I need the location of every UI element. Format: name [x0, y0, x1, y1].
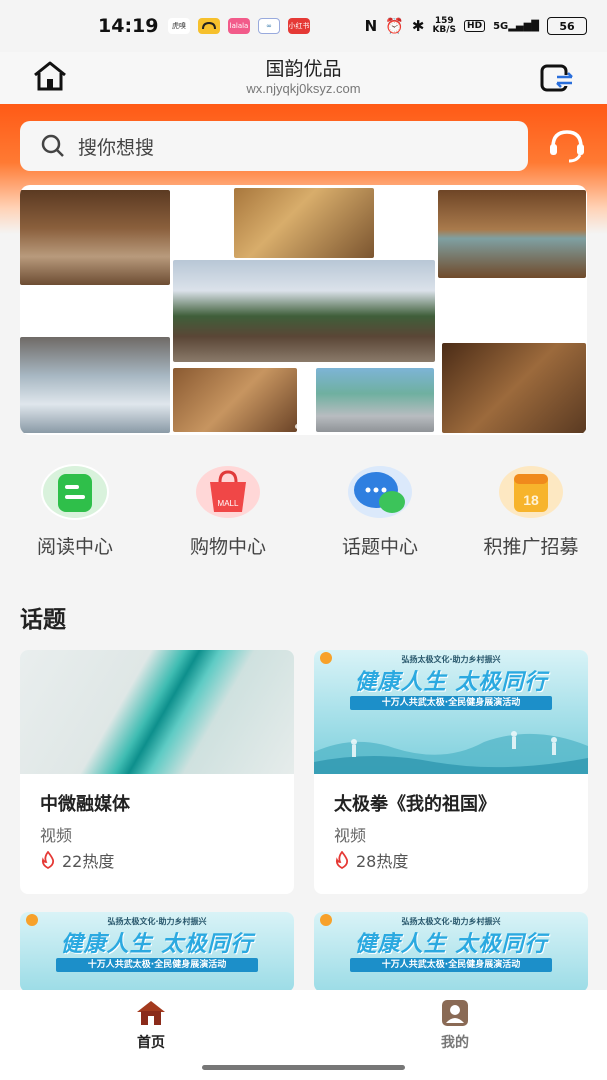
home-icon: [136, 998, 166, 1028]
flame-icon: [41, 851, 55, 869]
system-status: N ⏰ ✱ 159 KB/S HD 5G▂▄▆█ 56: [365, 17, 587, 35]
xiaohongshu-app-icon: 小红书: [288, 18, 310, 34]
lalala-app-icon: lalala: [228, 18, 250, 34]
nav-label: 积推广招募: [483, 536, 579, 558]
hd-badge: HD: [464, 20, 486, 32]
book-icon: [41, 464, 109, 520]
tab-mine[interactable]: 我的: [405, 998, 505, 1052]
topic-thumbnail: [20, 650, 294, 774]
nav-promotion-recruit[interactable]: 18 积推广招募: [461, 464, 601, 559]
nav-shopping-center[interactable]: MALL 购物中心: [158, 464, 298, 559]
page-title: 国韵优品: [265, 58, 342, 80]
section-title-topics: 话题: [20, 607, 66, 633]
customer-service-button[interactable]: [546, 126, 588, 166]
flame-icon: [335, 851, 349, 869]
taxi-app-icon: [198, 18, 220, 34]
status-app-icons: 虎嗅 lalala ∞ 小红书: [168, 18, 310, 34]
signal-icon: 5G▂▄▆█: [493, 20, 539, 32]
topic-thumbnail: 弘扬太极文化·助力乡村振兴 健康人生 太极同行 十万人共武太极·全民健身展演活动: [314, 650, 588, 774]
taichi-poster: 弘扬太极文化·助力乡村振兴 健康人生 太极同行 十万人共武太极·全民健身展演活动: [314, 912, 588, 992]
svg-text:18: 18: [523, 492, 539, 508]
alarm-icon: ⏰: [385, 17, 404, 35]
bluetooth-icon: ✱: [411, 17, 425, 35]
nfc-icon: N: [364, 17, 378, 35]
link-app-icon: ∞: [258, 18, 280, 34]
topic-heat: 28热度: [334, 848, 408, 872]
calendar-icon: 18: [497, 464, 565, 520]
home-indicator[interactable]: [202, 1065, 405, 1070]
tab-label: 我的: [441, 1035, 469, 1051]
banner-photo-interior: [442, 343, 586, 433]
battery-icon: 56: [547, 17, 587, 35]
taichi-poster: 弘扬太极文化·助力乡村振兴 健康人生 太极同行 十万人共武太极·全民健身展演活动: [20, 912, 294, 992]
topic-card[interactable]: 弘扬太极文化·助力乡村振兴 健康人生 太极同行 十万人共武太极·全民健身展演活动…: [314, 650, 588, 894]
nav-label: 话题中心: [341, 536, 418, 558]
page-url: wx.njyqkj0ksyz.com: [246, 81, 361, 96]
network-speed: 159 KB/S: [432, 16, 457, 35]
banner-photo-cars: [316, 368, 434, 432]
topic-title: 中微融媒体: [40, 794, 130, 815]
huxiu-app-icon: 虎嗅: [168, 18, 190, 34]
taichi-poster: 弘扬太极文化·助力乡村振兴 健康人生 太极同行 十万人共武太极·全民健身展演活动: [314, 650, 588, 774]
banner-photo-hall: [20, 190, 170, 285]
nav-topic-center[interactable]: 话题中心: [310, 464, 450, 559]
headset-icon: [550, 130, 584, 163]
topic-heat: 22热度: [40, 848, 114, 872]
status-bar: 14:19 虎嗅 lalala ∞ 小红书 N ⏰ ✱ 159 KB/S HD 5…: [0, 0, 607, 52]
banner-photo-cafe: [173, 368, 297, 432]
nav-label: 购物中心: [189, 536, 266, 558]
chat-bubbles-icon: [346, 464, 414, 520]
title-bar: 国韵优品 wx.njyqkj0ksyz.com: [0, 52, 607, 104]
switch-account-button[interactable]: [537, 60, 577, 96]
search-icon: [40, 133, 66, 159]
tab-label: 首页: [137, 1035, 165, 1051]
nav-label: 阅读中心: [36, 536, 113, 558]
status-time: 14:19: [98, 15, 159, 37]
user-profile-icon: [440, 998, 470, 1028]
switch-icon: [540, 64, 573, 92]
svg-text:MALL: MALL: [218, 499, 239, 508]
tab-home[interactable]: 首页: [101, 998, 201, 1052]
banner-photo-elders: [20, 337, 170, 433]
shopping-bag-icon: MALL: [194, 464, 262, 520]
search-input[interactable]: 搜你想搜: [20, 121, 528, 171]
search-placeholder: 搜你想搜: [78, 136, 155, 159]
topic-card[interactable]: 中微融媒体 视频 22热度: [20, 650, 294, 894]
topic-card[interactable]: 弘扬太极文化·助力乡村振兴 健康人生 太极同行 十万人共武太极·全民健身展演活动: [20, 912, 294, 992]
topic-thumbnail: 弘扬太极文化·助力乡村振兴 健康人生 太极同行 十万人共武太极·全民健身展演活动: [314, 912, 588, 992]
banner-carousel[interactable]: [20, 185, 587, 435]
topic-card[interactable]: 弘扬太极文化·助力乡村振兴 健康人生 太极同行 十万人共武太极·全民健身展演活动: [314, 912, 588, 992]
topic-type: 视频: [40, 826, 73, 845]
banner-photo-building: [173, 260, 435, 362]
carousel-indicator: [295, 424, 309, 429]
nav-reading-center[interactable]: 阅读中心: [5, 464, 145, 559]
topic-thumbnail: 弘扬太极文化·助力乡村振兴 健康人生 太极同行 十万人共武太极·全民健身展演活动: [20, 912, 294, 992]
banner-photo-reading: [234, 188, 374, 258]
topic-title: 太极拳《我的祖国》: [334, 794, 496, 815]
topic-type: 视频: [334, 826, 367, 845]
banner-photo-window: [438, 190, 586, 278]
